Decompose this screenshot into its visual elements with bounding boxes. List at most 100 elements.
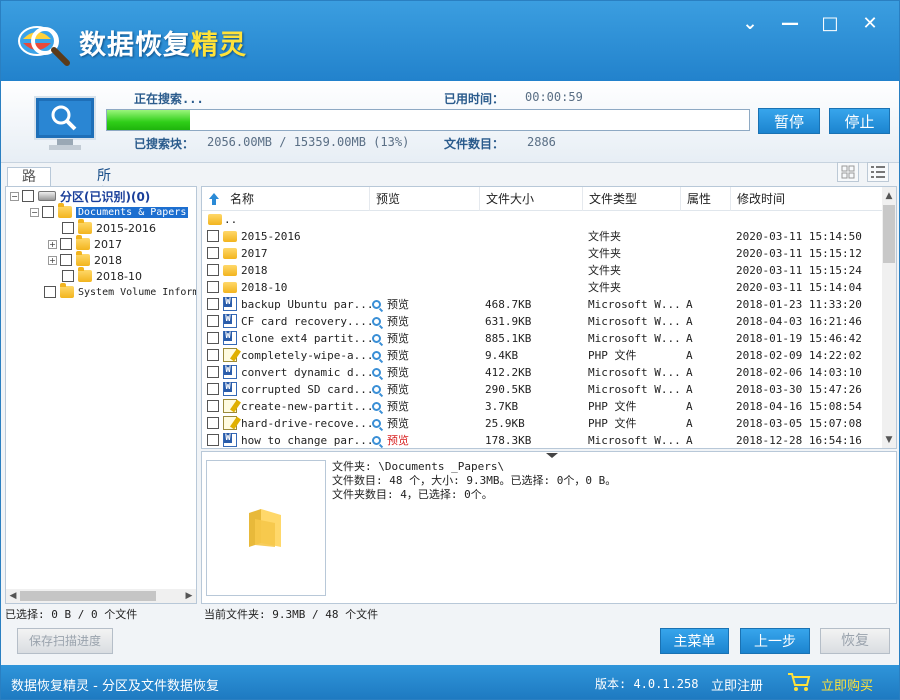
parent-folder-row[interactable]: .. (202, 211, 884, 228)
tree-horizontal-scrollbar[interactable]: ◀ ▶ (6, 589, 196, 603)
collapse-icon[interactable]: − (30, 207, 39, 217)
row-checkbox[interactable] (207, 281, 219, 293)
folder-row[interactable]: 2015-2016 文件夹 2020-03-11 15:14:50 (202, 228, 884, 245)
row-checkbox[interactable] (207, 230, 219, 242)
tree-node-2015-2016[interactable]: 2015-2016 (62, 219, 156, 236)
list-view-icon[interactable] (867, 162, 889, 182)
collapse-icon[interactable]: − (10, 191, 19, 201)
row-checkbox[interactable] (207, 298, 219, 310)
tree-node-system-volume[interactable]: System Volume Information (44, 283, 196, 300)
expand-icon[interactable]: + (48, 255, 57, 265)
minimize-icon[interactable]: — (779, 13, 801, 35)
maximize-icon[interactable]: □ (819, 13, 841, 35)
stop-button[interactable]: 停止 (829, 108, 890, 134)
file-row[interactable]: convert dynamic d... 412.2KB Microsoft W..… (202, 364, 884, 381)
tree-checkbox[interactable] (60, 254, 72, 266)
tree-selected-label: Documents & Papers (76, 206, 189, 218)
dropdown-icon[interactable]: ⌄ (739, 13, 761, 35)
folder-row[interactable]: 2018 文件夹 2020-03-11 15:15:24 (202, 262, 884, 279)
row-checkbox[interactable] (207, 400, 219, 412)
tree-node-2017[interactable]: + 2017 (48, 235, 122, 252)
previous-step-button[interactable]: 上一步 (740, 628, 810, 654)
scroll-up-icon[interactable]: ▲ (882, 189, 896, 203)
file-row[interactable]: create-new-partit... 3.7KB PHP 文件 A 2018-04-… (202, 398, 884, 415)
row-checkbox[interactable] (207, 417, 219, 429)
expand-icon[interactable]: + (48, 239, 57, 249)
grid-view-icon[interactable] (837, 162, 859, 182)
tree-checkbox[interactable] (60, 238, 72, 250)
row-checkbox[interactable] (207, 264, 219, 276)
preview-link[interactable]: 预览 (372, 330, 409, 347)
preview-link[interactable]: 预览 (372, 415, 409, 432)
tree-checkbox[interactable] (22, 190, 34, 202)
app-title-highlight: 精灵 (191, 30, 247, 61)
up-folder-icon[interactable] (202, 187, 224, 211)
column-header-attr[interactable]: 属性 (681, 187, 731, 211)
row-checkbox[interactable] (207, 366, 219, 378)
row-checkbox[interactable] (207, 349, 219, 361)
scroll-down-icon[interactable]: ▼ (882, 433, 896, 447)
search-status: 正在搜索... (134, 92, 204, 106)
window-controls: ⌄ — □ ✕ (739, 13, 881, 35)
tree-node-documents[interactable]: − Documents & Papers (30, 203, 189, 220)
row-checkbox[interactable] (207, 332, 219, 344)
preview-label: 预览 (387, 349, 409, 362)
file-row[interactable]: hard-drive-recove... 25.9KB PHP 文件 A 2018-03… (202, 415, 884, 432)
save-scan-progress-button[interactable]: 保存扫描进度 (17, 628, 113, 654)
tree-checkbox[interactable] (42, 206, 54, 218)
row-checkbox[interactable] (207, 247, 219, 259)
file-row[interactable]: clone ext4 partit... 885.1KB Microsoft W..… (202, 330, 884, 347)
current-folder-status: 当前文件夹: 9.3MB / 48 个文件 (204, 608, 379, 621)
file-row[interactable]: corrupted SD card... 290.5KB Microsoft W..… (202, 381, 884, 398)
column-header-mtime[interactable]: 修改时间 (731, 187, 884, 211)
file-row[interactable]: CF card recovery.... 631.9KB Microsoft W..… (202, 313, 884, 330)
cell-size: 3.7KB (485, 400, 519, 413)
tab-path[interactable]: 路径 (7, 167, 51, 203)
buy-now-link[interactable]: 立即购买 (821, 675, 873, 694)
column-header-preview[interactable]: 预览 (370, 187, 480, 211)
pause-button[interactable]: 暂停 (758, 108, 820, 134)
tree-node-2018[interactable]: + 2018 (48, 251, 122, 268)
scroll-right-icon[interactable]: ▶ (182, 589, 196, 603)
folder-row[interactable]: 2018-10 文件夹 2020-03-11 15:14:04 (202, 279, 884, 296)
file-row[interactable]: how to change par... 178.3KB Microsoft W..… (202, 432, 884, 448)
tree-node-2018-10[interactable]: 2018-10 (62, 267, 142, 284)
row-checkbox[interactable] (207, 434, 219, 446)
word-doc-icon (223, 297, 237, 311)
file-row[interactable]: completely-wipe-a... 9.4KB PHP 文件 A 2018-02-… (202, 347, 884, 364)
tree-checkbox[interactable] (44, 286, 56, 298)
recover-button[interactable]: 恢复 (820, 628, 890, 654)
cell-attr: A (686, 315, 693, 328)
tree-checkbox[interactable] (62, 270, 74, 282)
row-checkbox[interactable] (207, 383, 219, 395)
tree-node-partition[interactable]: − 分区(已识别)(0) (10, 188, 150, 204)
preview-link[interactable]: 预览 (372, 296, 409, 313)
searched-label: 已搜索块： (134, 137, 195, 151)
preview-link[interactable]: 预览 (372, 347, 409, 364)
preview-link[interactable]: 预览 (372, 364, 409, 381)
preview-link[interactable]: 预览 (372, 381, 409, 398)
scroll-left-icon[interactable]: ◀ (6, 589, 20, 603)
row-checkbox[interactable] (207, 315, 219, 327)
cell-mtime: 2018-03-05 15:07:08 (736, 417, 862, 430)
folder-row[interactable]: 2017 文件夹 2020-03-11 15:15:12 (202, 245, 884, 262)
main-menu-button[interactable]: 主菜单 (660, 628, 729, 654)
cell-name: clone ext4 partit... (241, 332, 371, 345)
cell-name: corrupted SD card... (241, 383, 371, 396)
file-list-vertical-scrollbar[interactable]: ▲ ▼ (882, 187, 896, 448)
preview-link[interactable]: 预览 (372, 432, 409, 448)
column-header-type[interactable]: 文件类型 (583, 187, 681, 211)
register-link[interactable]: 立即注册 (711, 675, 763, 694)
splitter-handle-icon[interactable] (532, 452, 572, 458)
column-header-size[interactable]: 文件大小 (480, 187, 583, 211)
file-row[interactable]: backup Ubuntu par... 468.7KB Microsoft W..… (202, 296, 884, 313)
column-header-name[interactable]: 名称 (224, 187, 370, 211)
preview-link[interactable]: 预览 (372, 313, 409, 330)
preview-link[interactable]: 预览 (372, 398, 409, 415)
tree-checkbox[interactable] (62, 222, 74, 234)
close-icon[interactable]: ✕ (859, 13, 881, 35)
cart-icon[interactable] (787, 672, 811, 692)
tab-all-types[interactable]: 所有类型 (83, 167, 125, 238)
scrollbar-thumb[interactable] (883, 205, 895, 263)
scrollbar-thumb[interactable] (20, 591, 156, 601)
